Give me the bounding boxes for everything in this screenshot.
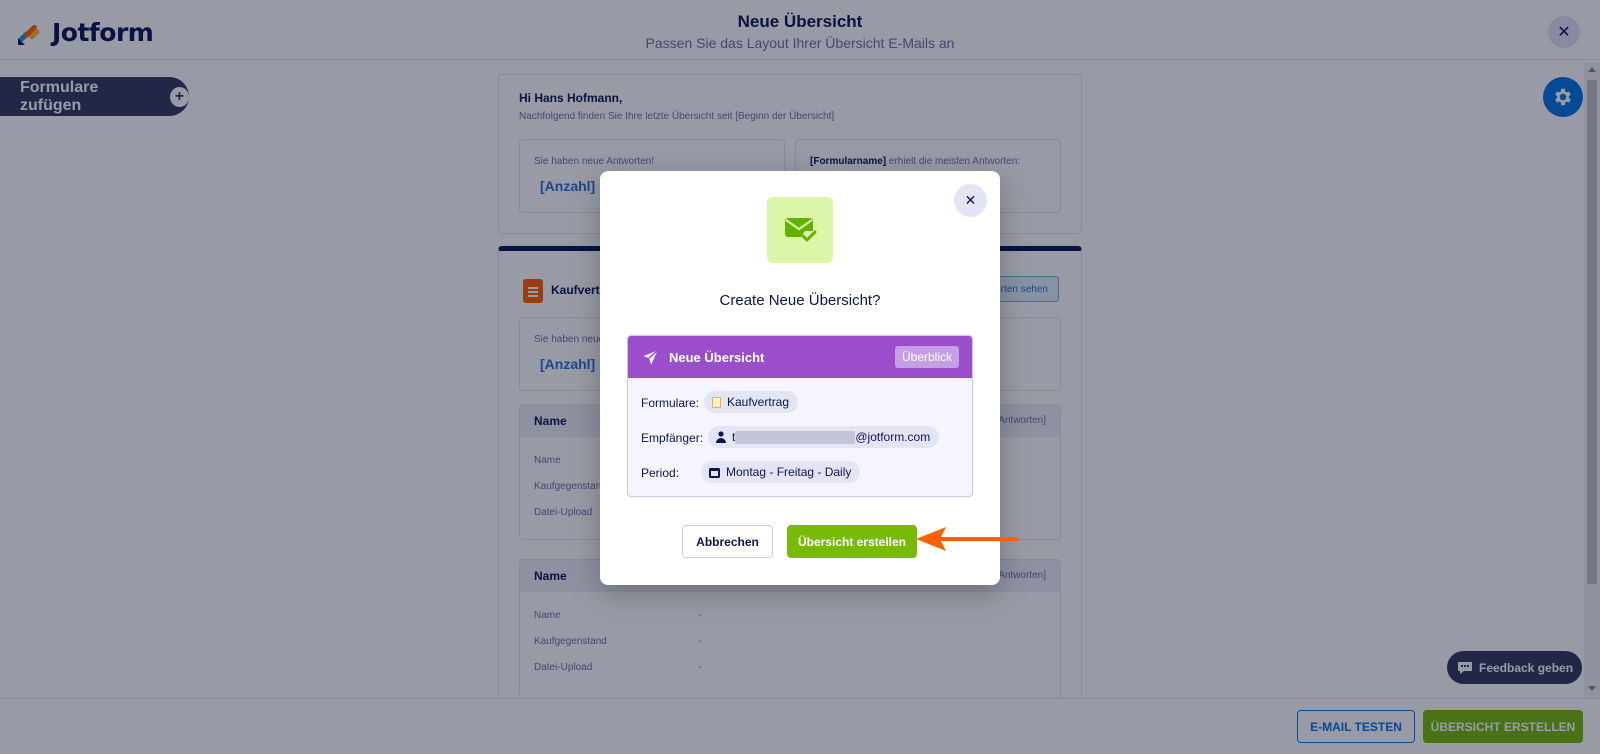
- dialog-title: Create Neue Übersicht?: [719, 292, 881, 309]
- create-digest-dialog: ✕ Create Neue Übersicht? Neue Übersicht …: [600, 171, 1000, 585]
- recipient-chip: t @jotform.com: [708, 426, 940, 448]
- period-chip: Montag - Freitag - Daily: [701, 461, 861, 483]
- digest-summary-header: Neue Übersicht Überblick: [628, 336, 972, 378]
- digest-name: Neue Übersicht: [669, 349, 765, 365]
- recipient-label: Empfänger:: [641, 431, 704, 445]
- calendar-icon: [709, 467, 720, 478]
- email-check-icon: [767, 197, 833, 263]
- period-label: Period:: [641, 466, 680, 480]
- digest-summary-panel: Neue Übersicht Überblick Formulare: Kauf…: [627, 335, 973, 497]
- forms-value: Kaufvertrag: [727, 395, 790, 409]
- form-doc-icon: [712, 396, 721, 408]
- cancel-button[interactable]: Abbrechen: [682, 525, 773, 558]
- dialog-close-button[interactable]: ✕: [954, 184, 987, 217]
- redacted-email: [735, 430, 856, 444]
- forms-label: Formulare:: [641, 396, 700, 410]
- annotation-arrow-icon: [916, 527, 1018, 551]
- recipient-domain: @jotform.com: [855, 430, 931, 444]
- forms-chip: Kaufvertrag: [704, 391, 799, 413]
- close-icon: ✕: [964, 192, 977, 208]
- digest-type-badge: Überblick: [894, 346, 959, 368]
- paper-plane-icon: [643, 349, 659, 365]
- user-icon: [716, 431, 726, 443]
- create-digest-confirm-button[interactable]: Übersicht erstellen: [787, 525, 917, 558]
- period-value: Montag - Freitag - Daily: [726, 465, 852, 479]
- recipient-email: t @jotform.com: [732, 430, 930, 444]
